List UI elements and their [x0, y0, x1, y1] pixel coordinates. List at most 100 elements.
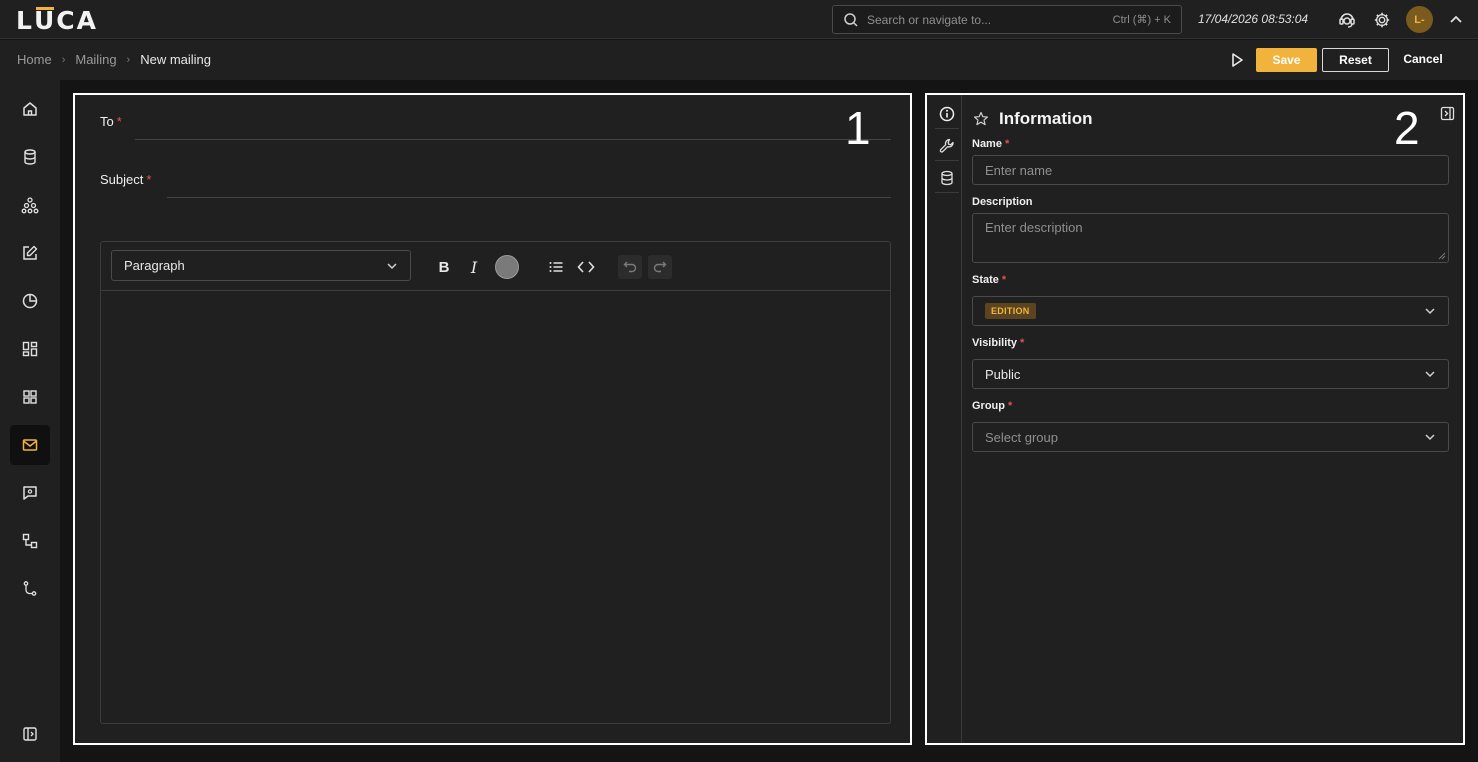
- gear-icon[interactable]: [1372, 10, 1392, 30]
- breadcrumb-mailing[interactable]: Mailing: [75, 52, 116, 67]
- pie-chart-icon: [22, 293, 38, 309]
- subject-label: Subject *: [100, 172, 152, 187]
- bold-button[interactable]: B: [432, 255, 456, 279]
- sidebar: [0, 80, 60, 762]
- description-label: Description: [972, 196, 1033, 208]
- sidebar-item-dashboards[interactable]: [10, 329, 50, 369]
- undo-icon: [623, 261, 637, 273]
- sidebar-item-edit[interactable]: [10, 233, 50, 273]
- panel-number-2: 2: [1394, 102, 1420, 154]
- sidebar-item-home[interactable]: [10, 89, 50, 129]
- description-placeholder: Enter description: [985, 220, 1083, 235]
- group-label: Group *: [972, 400, 1013, 412]
- italic-button[interactable]: I: [462, 255, 486, 279]
- workflow-icon: [22, 533, 38, 549]
- text-color-button[interactable]: [495, 255, 519, 279]
- visibility-label: Visibility *: [972, 337, 1025, 349]
- sidebar-item-mailing[interactable]: [10, 425, 50, 465]
- sidebar-item-workflows[interactable]: [10, 521, 50, 561]
- chevron-right-icon: ›: [61, 53, 66, 66]
- search-placeholder: Search or navigate to...: [867, 12, 992, 27]
- top-bar: L U CA Search or navigate to... Ctrl (⌘)…: [0, 0, 1478, 39]
- information-panel: Information 2 Name * Enter name Descripti…: [925, 93, 1465, 745]
- to-label: To *: [100, 114, 122, 129]
- database-icon: [24, 149, 36, 165]
- global-search[interactable]: Search or navigate to... Ctrl (⌘) + K: [832, 5, 1182, 34]
- database-icon: [941, 170, 953, 185]
- user-avatar[interactable]: L-: [1406, 6, 1433, 33]
- bullet-list-button[interactable]: [544, 255, 568, 279]
- group-select[interactable]: Select group: [972, 422, 1449, 452]
- sidebar-item-versions[interactable]: [10, 569, 50, 609]
- visibility-value: Public: [985, 366, 1021, 382]
- name-field[interactable]: Enter name: [972, 155, 1449, 185]
- sidebar-item-reports[interactable]: [10, 281, 50, 321]
- tab-settings[interactable]: [935, 131, 959, 161]
- chevron-right-icon: ›: [126, 53, 131, 66]
- to-input[interactable]: [135, 139, 891, 140]
- information-title: Information: [999, 109, 1093, 128]
- breadcrumb-home[interactable]: Home: [17, 52, 52, 67]
- rich-text-editor: Paragraph B I: [100, 241, 891, 724]
- editor-content-area[interactable]: [101, 292, 890, 723]
- breadcrumb-current: New mailing: [140, 52, 212, 67]
- chevron-down-icon: [1425, 434, 1435, 441]
- block-type-select[interactable]: Paragraph: [111, 250, 411, 281]
- code-button[interactable]: [574, 255, 598, 279]
- collapse-panel-icon[interactable]: [1440, 106, 1455, 121]
- sidebar-item-data[interactable]: [10, 137, 50, 177]
- chevron-down-icon: [1425, 371, 1435, 378]
- logo-letter-u: U: [33, 6, 57, 35]
- star-icon[interactable]: [973, 111, 989, 127]
- mail-icon: [22, 439, 38, 451]
- hierarchy-icon: [21, 197, 39, 214]
- block-type-value: Paragraph: [124, 258, 185, 273]
- sidebar-item-hierarchy[interactable]: [10, 185, 50, 225]
- panel-vertical-tabs: [927, 95, 962, 743]
- breadcrumb: Home › Mailing › New mailing: [17, 52, 211, 67]
- tab-data[interactable]: [935, 163, 959, 193]
- search-shortcut: Ctrl (⌘) + K: [1112, 14, 1171, 26]
- redo-icon: [653, 261, 667, 273]
- undo-button[interactable]: [618, 255, 642, 279]
- chevron-up-icon[interactable]: [1446, 10, 1466, 30]
- subject-input[interactable]: [167, 197, 891, 198]
- edit-icon: [23, 245, 38, 260]
- collapse-sidebar-icon: [23, 727, 37, 741]
- apps-icon: [23, 390, 37, 404]
- save-button[interactable]: Save: [1256, 48, 1317, 72]
- chevron-down-icon: [1425, 308, 1435, 315]
- home-icon: [23, 102, 37, 116]
- panel-number-1: 1: [845, 102, 871, 154]
- chevron-down-icon: [387, 262, 397, 269]
- group-placeholder: Select group: [985, 429, 1058, 445]
- tab-information[interactable]: [935, 99, 959, 129]
- search-icon: [844, 12, 858, 27]
- visibility-select[interactable]: Public: [972, 359, 1449, 389]
- logo-letter-l: L: [16, 6, 34, 35]
- bullet-list-icon: [549, 262, 563, 272]
- current-datetime: 17/04/2026 08:53:04: [1198, 12, 1309, 26]
- resize-grip-icon[interactable]: [1438, 252, 1446, 260]
- reset-button[interactable]: Reset: [1322, 48, 1389, 72]
- sidebar-item-apps[interactable]: [10, 377, 50, 417]
- sidebar-item-messages[interactable]: [10, 473, 50, 513]
- play-icon: [1232, 53, 1243, 67]
- git-branch-icon: [23, 581, 37, 596]
- support-agent-icon[interactable]: [1337, 10, 1357, 30]
- code-icon: [577, 261, 595, 273]
- dashboard-icon: [22, 341, 38, 357]
- logo-letters-rest: CA: [56, 6, 98, 35]
- name-label: Name *: [972, 138, 1010, 150]
- state-badge: EDITION: [985, 303, 1036, 319]
- editor-toolbar: Paragraph B I: [101, 242, 890, 291]
- state-select[interactable]: EDITION: [972, 296, 1449, 326]
- chat-icon: [23, 486, 37, 500]
- redo-button[interactable]: [648, 255, 672, 279]
- play-button[interactable]: [1228, 51, 1246, 69]
- collapse-sidebar-button[interactable]: [10, 714, 50, 754]
- wrench-icon: [939, 138, 954, 153]
- app-logo[interactable]: L U CA: [16, 6, 98, 35]
- cancel-button[interactable]: Cancel: [1400, 52, 1446, 66]
- description-field[interactable]: Enter description: [972, 213, 1449, 263]
